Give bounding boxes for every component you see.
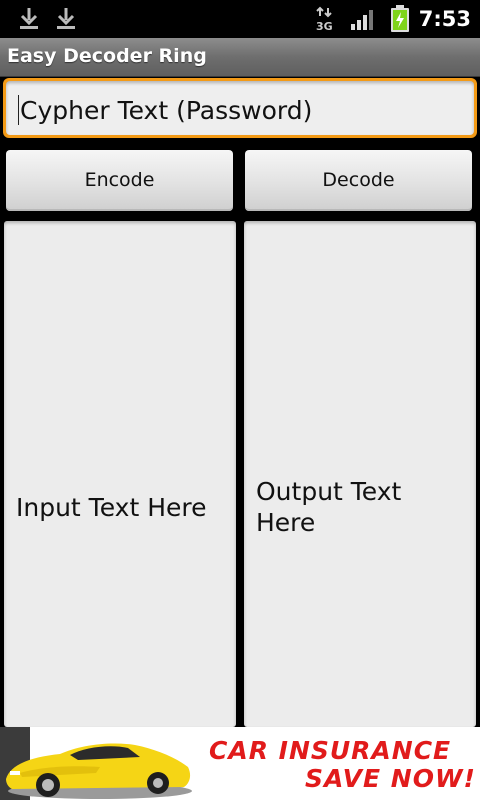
title-bar: Easy Decoder Ring <box>0 38 480 77</box>
network-type-label: 3G <box>316 20 333 32</box>
car-image <box>0 727 195 800</box>
cypher-input-placeholder: Cypher Text (Password) <box>20 96 313 125</box>
app-title: Easy Decoder Ring <box>7 45 207 67</box>
cypher-input-focus-ring: Cypher Text (Password) <box>3 78 477 138</box>
download-icon <box>57 8 75 29</box>
ad-subline: SAVE NOW! <box>305 764 476 793</box>
battery-charging-icon <box>391 5 409 32</box>
output-text-area[interactable]: Output Text Here <box>244 221 476 727</box>
status-bar: 3G 7:53 <box>0 0 480 38</box>
3g-icon: 3G <box>316 6 333 32</box>
ad-headline: CAR INSURANCE <box>209 736 452 765</box>
ad-banner[interactable]: CAR INSURANCE SAVE NOW! <box>0 727 480 800</box>
decode-button[interactable]: Decode <box>245 150 472 211</box>
cypher-input[interactable]: Cypher Text (Password) <box>6 81 474 135</box>
input-text-area[interactable]: Input Text Here <box>4 221 236 727</box>
clock: 7:53 <box>418 7 471 31</box>
input-text-placeholder: Input Text Here <box>16 493 207 522</box>
text-cursor <box>18 95 19 125</box>
encode-button[interactable]: Encode <box>6 150 233 211</box>
output-text-placeholder: Output Text Here <box>256 477 402 537</box>
app-screen: 3G 7:53 Easy Decoder Ring Cypher Text (P… <box>0 0 480 800</box>
signal-icon <box>351 10 373 30</box>
download-icon <box>20 8 38 29</box>
